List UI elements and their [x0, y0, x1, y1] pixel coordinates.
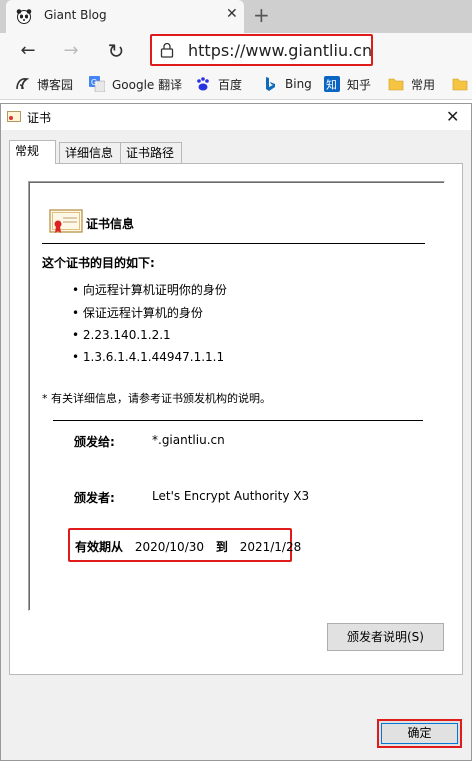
- favorite-label: 知乎: [347, 77, 372, 92]
- issued-to-value: *.giantliu.cn: [152, 433, 225, 447]
- valid-from-date: 2020/10/30: [134, 540, 205, 554]
- favorite-label: Google 翻译: [112, 77, 183, 92]
- folder-icon: [388, 78, 404, 91]
- issued-by-value: Let's Encrypt Authority X3: [152, 489, 310, 503]
- issuer-statement-button[interactable]: 颁发者说明(S): [327, 623, 444, 651]
- issued-by-label: 颁发者:: [74, 491, 115, 505]
- close-icon[interactable]: ✕: [446, 107, 459, 126]
- purpose-item: • 向远程计算机证明你的身份: [72, 283, 227, 297]
- google-translate-icon: G: [89, 76, 105, 92]
- zhihu-icon: 知: [324, 76, 340, 92]
- tab-details[interactable]: 详细信息: [59, 142, 121, 163]
- certificate-info-box: 证书信息 这个证书的目的如下: • 向远程计算机证明你的身份 • 保证远程计算机…: [28, 181, 445, 611]
- tab-strip: Giant Blog ✕ +: [0, 0, 472, 33]
- lock-icon: [160, 42, 174, 58]
- dialog-title: 证书: [27, 111, 52, 125]
- valid-from-label: 有效期从: [75, 540, 124, 554]
- dialog-titlebar: 证书 ✕: [1, 104, 471, 130]
- new-tab-button[interactable]: +: [253, 3, 270, 27]
- svg-text:知: 知: [326, 78, 337, 92]
- purpose-heading: 这个证书的目的如下:: [42, 256, 155, 270]
- valid-to-date: 2021/1/28: [239, 540, 302, 554]
- ok-button[interactable]: 确定: [377, 719, 462, 748]
- favorite-label: 常用: [411, 77, 436, 92]
- purpose-item: • 保证远程计算机的身份: [72, 306, 203, 320]
- blog-icon: [16, 78, 30, 90]
- browser-tab[interactable]: Giant Blog ✕: [6, 0, 244, 33]
- tab-general[interactable]: 常规: [9, 140, 56, 164]
- folder-icon: [452, 78, 468, 91]
- tab-title: Giant Blog: [44, 8, 107, 22]
- purpose-item: • 1.3.6.1.4.1.44947.1.1.1: [72, 350, 225, 364]
- certificate-dialog: 证书 ✕ 常规 详细信息 证书路径 证书信息 这个证书的目的如下: • 向远程计…: [0, 103, 472, 761]
- divider: [42, 243, 425, 244]
- tab-certification-path[interactable]: 证书路径: [120, 142, 182, 163]
- certificate-icon: [7, 111, 21, 122]
- favorite-google-translate[interactable]: G Google 翻译: [89, 75, 182, 93]
- favorite-label: 百度: [218, 77, 243, 92]
- favorite-label: 博客园: [37, 77, 74, 92]
- back-button[interactable]: ←: [15, 38, 41, 64]
- favorite-zhihu[interactable]: 知 知乎: [324, 75, 371, 93]
- footnote: * 有关详细信息，请参考证书颁发机构的说明。: [42, 392, 271, 405]
- close-tab-icon[interactable]: ✕: [226, 6, 238, 22]
- favorite-blog[interactable]: 博客园: [14, 75, 73, 93]
- purpose-item: • 2.23.140.1.2.1: [72, 328, 171, 342]
- address-bar[interactable]: https://www.giantliu.cn: [150, 34, 373, 66]
- valid-to-label: 到: [215, 540, 228, 554]
- favorite-bing[interactable]: Bing: [262, 75, 312, 93]
- url-text: https://www.giantliu.cn: [188, 41, 373, 60]
- favorites-bar: 博客园 G Google 翻译 百度 Bing 知 知乎 常用: [0, 70, 472, 100]
- bing-icon: [266, 77, 275, 91]
- general-tab-panel: 证书信息 这个证书的目的如下: • 向远程计算机证明你的身份 • 保证远程计算机…: [9, 163, 463, 675]
- favorite-folder-common[interactable]: 常用: [388, 75, 435, 93]
- certificate-large-icon: [49, 209, 83, 233]
- validity-period: 有效期从 2020/10/30 到 2021/1/28: [75, 538, 301, 555]
- refresh-button[interactable]: ↻: [103, 38, 129, 64]
- browser-toolbar: ← → ↻ https://www.giantliu.cn: [0, 33, 472, 70]
- baidu-icon: [197, 77, 209, 91]
- favorite-label: Bing: [285, 77, 312, 91]
- forward-button[interactable]: →: [58, 38, 84, 64]
- certificate-info-heading: 证书信息: [86, 217, 135, 231]
- svg-text:G: G: [91, 78, 97, 87]
- focus-outline: [381, 723, 458, 744]
- issued-to-label: 颁发给:: [74, 435, 115, 449]
- panda-icon: [16, 9, 32, 24]
- divider: [53, 420, 423, 421]
- favorite-baidu[interactable]: 百度: [195, 75, 242, 93]
- favorite-folder-more[interactable]: [452, 75, 472, 93]
